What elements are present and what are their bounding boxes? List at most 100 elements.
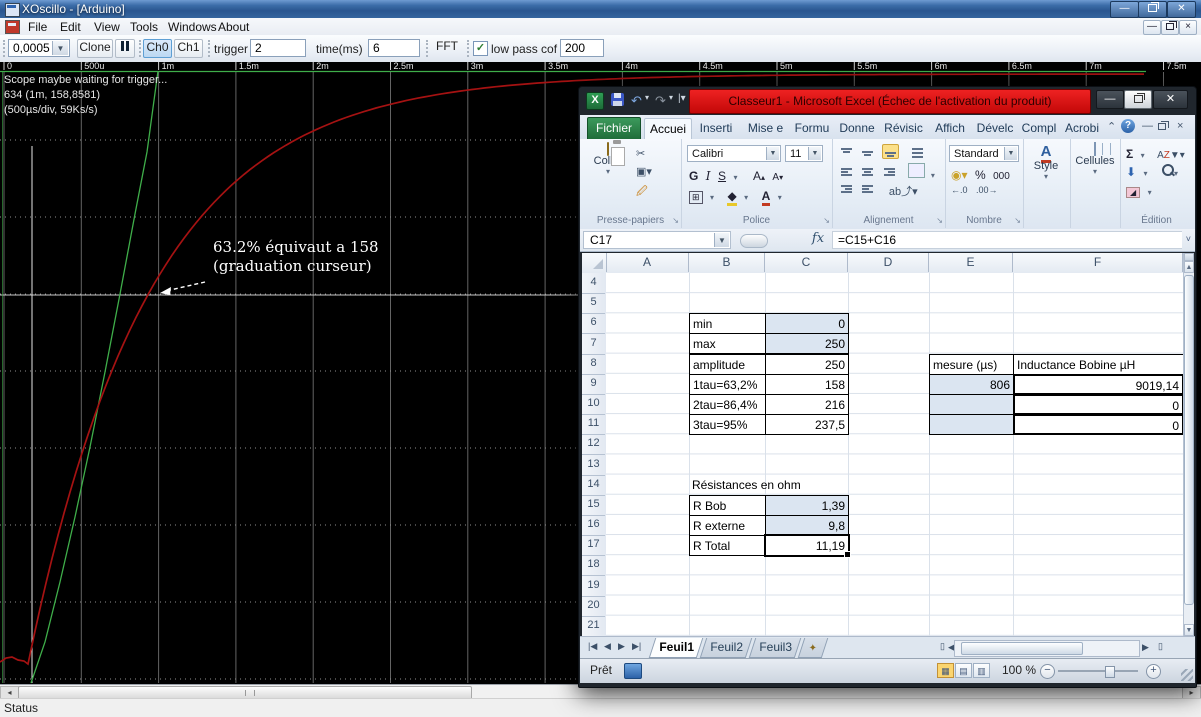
cell-B14[interactable]: Résistances en ohm — [689, 475, 839, 496]
menu-edit[interactable]: Edit — [56, 19, 85, 35]
window-resize-grip[interactable] — [1181, 669, 1193, 681]
row-header-4[interactable]: 4 — [582, 273, 605, 294]
mdi-minimize-button[interactable]: — — [1143, 20, 1161, 35]
dialog-launcher-icon[interactable]: ↘ — [1014, 216, 1021, 225]
font-color-dropdown-icon[interactable]: ▾ — [778, 193, 782, 202]
tab-formules[interactable]: Formu — [791, 118, 833, 139]
font-name-combobox[interactable]: Calibri ▼ — [687, 145, 781, 162]
cell-C10[interactable]: 216 — [765, 394, 849, 415]
workbook-minimize-icon[interactable]: — — [1142, 120, 1153, 132]
name-box-dropdown-icon[interactable]: ▼ — [714, 233, 729, 247]
hscroll-right-icon[interactable]: ▶ — [1142, 642, 1149, 653]
cell-F9[interactable]: 9019,14 — [1013, 374, 1184, 395]
increase-indent-icon[interactable] — [860, 182, 875, 195]
tab-acrobat[interactable]: Acrobi — [1061, 118, 1103, 139]
excel-minimize-button[interactable]: — — [1096, 90, 1124, 109]
row-header-12[interactable]: 12 — [582, 434, 605, 456]
cell-F11[interactable]: 0 — [1013, 414, 1184, 435]
font-color-button[interactable]: A — [761, 189, 771, 206]
zoom-in-icon[interactable]: + — [1146, 664, 1161, 679]
clear-dropdown-icon[interactable]: ▾ — [1148, 188, 1152, 197]
mdi-close-button[interactable]: × — [1179, 20, 1197, 35]
cell-B7[interactable]: max — [689, 333, 766, 354]
row-header-16[interactable]: 16 — [582, 515, 605, 537]
fill-down-icon[interactable]: ⬇ — [1126, 165, 1136, 179]
bold-button[interactable]: G — [689, 169, 698, 183]
increase-decimal-icon[interactable]: ←.0 — [951, 185, 968, 195]
cell-B9[interactable]: 1tau=63,2% — [689, 374, 766, 395]
zoom-slider-thumb[interactable] — [1105, 666, 1115, 678]
zoom-slider[interactable] — [1058, 666, 1138, 678]
undo-dropdown-icon[interactable]: ▾ — [645, 93, 649, 102]
row-header-5[interactable]: 5 — [582, 293, 605, 315]
redo-icon[interactable]: ↷ — [655, 93, 666, 109]
save-icon[interactable] — [611, 93, 624, 106]
autosum-dropdown-icon[interactable]: ▾ — [1141, 151, 1145, 160]
cells-button[interactable]: Cellules ▾ — [1074, 142, 1116, 176]
align-left-icon[interactable] — [839, 165, 854, 178]
number-format-combobox[interactable]: Standard ▼ — [949, 145, 1019, 162]
menu-tools[interactable]: Tools — [126, 19, 162, 35]
tab-complements[interactable]: Compl — [1019, 118, 1059, 139]
cell-F8[interactable]: Inductance Bobine µH — [1013, 354, 1184, 375]
page-layout-view-button[interactable]: ▤ — [955, 663, 972, 678]
menu-about[interactable]: About — [214, 19, 253, 35]
column-header-A[interactable]: A — [606, 253, 689, 272]
cell-C8[interactable]: 250 — [765, 354, 849, 375]
style-button[interactable]: A Style ▾ — [1027, 143, 1065, 181]
pause-button[interactable] — [115, 39, 135, 58]
borders-button[interactable]: ⊞ — [689, 191, 703, 204]
chevron-down-icon[interactable]: ▼ — [52, 41, 68, 55]
split-handle[interactable] — [1184, 253, 1194, 261]
find-select-icon[interactable]: ▾ — [1161, 163, 1178, 180]
cell-C7[interactable]: 250 — [765, 333, 849, 354]
row-header-17[interactable]: 17 — [582, 535, 605, 557]
align-top-icon[interactable] — [839, 146, 854, 159]
cell-C9[interactable]: 158 — [765, 374, 849, 395]
cell-E8[interactable]: mesure (µs) — [929, 354, 1014, 375]
scroll-up-icon[interactable]: ▲ — [1184, 261, 1194, 273]
tab-revision[interactable]: Révisic — [881, 118, 926, 139]
row-header-15[interactable]: 15 — [582, 495, 605, 516]
cell-B16[interactable]: R externe — [689, 515, 766, 536]
dialog-launcher-icon[interactable]: ↘ — [936, 216, 943, 225]
tab-donnees[interactable]: Donne — [836, 118, 878, 139]
insert-function-icon[interactable]: fx — [808, 231, 828, 249]
close-button[interactable]: ✕ — [1167, 1, 1196, 18]
zoom-level[interactable]: 100 % — [1002, 663, 1036, 677]
select-all-corner[interactable] — [582, 253, 607, 272]
align-bottom-icon[interactable] — [881, 144, 899, 159]
sheet-tab-feuil3[interactable]: Feuil3 — [748, 638, 802, 658]
fill-dropdown-icon[interactable]: ▾ — [1144, 169, 1148, 178]
cell-B6[interactable]: min — [689, 313, 766, 334]
shrink-font-button[interactable]: A▾ — [772, 172, 783, 183]
qat-customize-icon[interactable]: |▾ — [678, 93, 686, 104]
cell-C16[interactable]: 9,8 — [765, 515, 849, 536]
copy-icon[interactable]: ▣▾ — [636, 165, 652, 178]
column-header-C[interactable]: C — [765, 253, 848, 272]
decrease-decimal-icon[interactable]: .00→ — [976, 185, 998, 195]
percent-icon[interactable]: % — [975, 168, 986, 182]
row-header-11[interactable]: 11 — [582, 414, 605, 436]
help-icon[interactable]: ? — [1121, 119, 1135, 133]
cell-B8[interactable]: amplitude — [689, 354, 766, 375]
expand-formula-bar-icon[interactable]: ˅ — [1186, 234, 1191, 244]
dialog-launcher-icon[interactable]: ↘ — [823, 216, 830, 225]
underline-dropdown-icon[interactable]: ▾ — [733, 173, 737, 182]
align-middle-icon[interactable] — [860, 146, 875, 159]
macro-record-icon[interactable] — [624, 663, 642, 679]
next-sheet-icon[interactable]: ▶ — [618, 641, 625, 652]
excel-restore-button[interactable] — [1124, 90, 1152, 109]
page-break-view-button[interactable]: ▥ — [973, 663, 990, 678]
menu-file[interactable]: File — [24, 19, 51, 35]
scroll-down-icon[interactable]: ▼ — [1184, 624, 1194, 636]
scroll-thumb[interactable] — [961, 642, 1083, 655]
decrease-indent-icon[interactable] — [839, 182, 854, 195]
vertical-scrollbar[interactable]: ▲ ▼ — [1183, 253, 1194, 636]
cell-B11[interactable]: 3tau=95% — [689, 414, 766, 435]
autosum-icon[interactable]: Σ — [1126, 147, 1133, 161]
borders-dropdown-icon[interactable]: ▾ — [710, 193, 714, 202]
workbook-restore-icon[interactable] — [1158, 120, 1169, 132]
sheet-tab-feuil1[interactable]: Feuil1 — [648, 638, 704, 658]
insert-sheet-icon[interactable]: ✦ — [797, 638, 829, 658]
